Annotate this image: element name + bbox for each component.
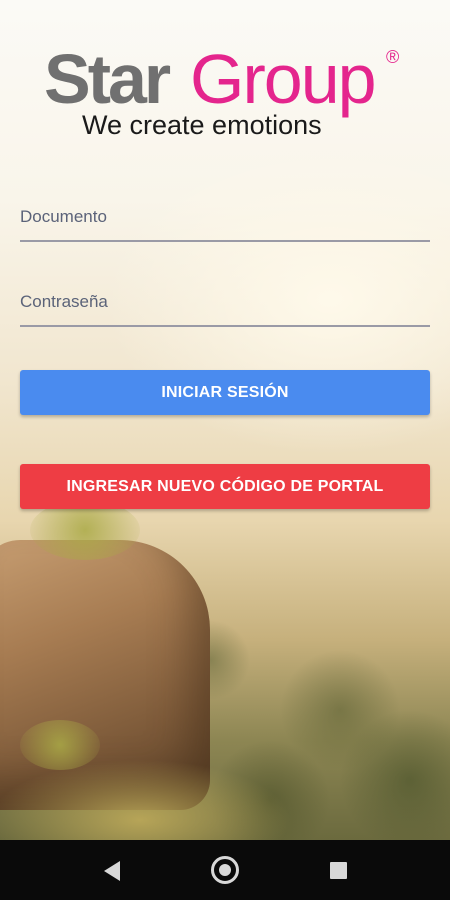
- home-icon[interactable]: [211, 856, 239, 884]
- new-portal-code-button[interactable]: INGRESAR NUEVO CÓDIGO DE PORTAL: [20, 464, 430, 509]
- back-icon[interactable]: [104, 861, 120, 881]
- recents-icon[interactable]: [330, 862, 347, 879]
- document-input[interactable]: [20, 194, 430, 240]
- system-nav-bar: [0, 840, 450, 900]
- password-input[interactable]: [20, 279, 430, 325]
- stargroup-logo: Star Group ® We create emotions: [44, 44, 414, 144]
- login-button[interactable]: INICIAR SESIÓN: [20, 370, 430, 415]
- password-field[interactable]: [20, 279, 430, 327]
- document-field[interactable]: [20, 194, 430, 242]
- registered-mark: ®: [386, 47, 400, 67]
- bush: [30, 500, 140, 560]
- grass: [0, 760, 300, 840]
- logo-star-text: Star: [44, 40, 171, 118]
- logo-tagline: We create emotions: [82, 110, 322, 140]
- logo-group-text: Group: [190, 40, 377, 118]
